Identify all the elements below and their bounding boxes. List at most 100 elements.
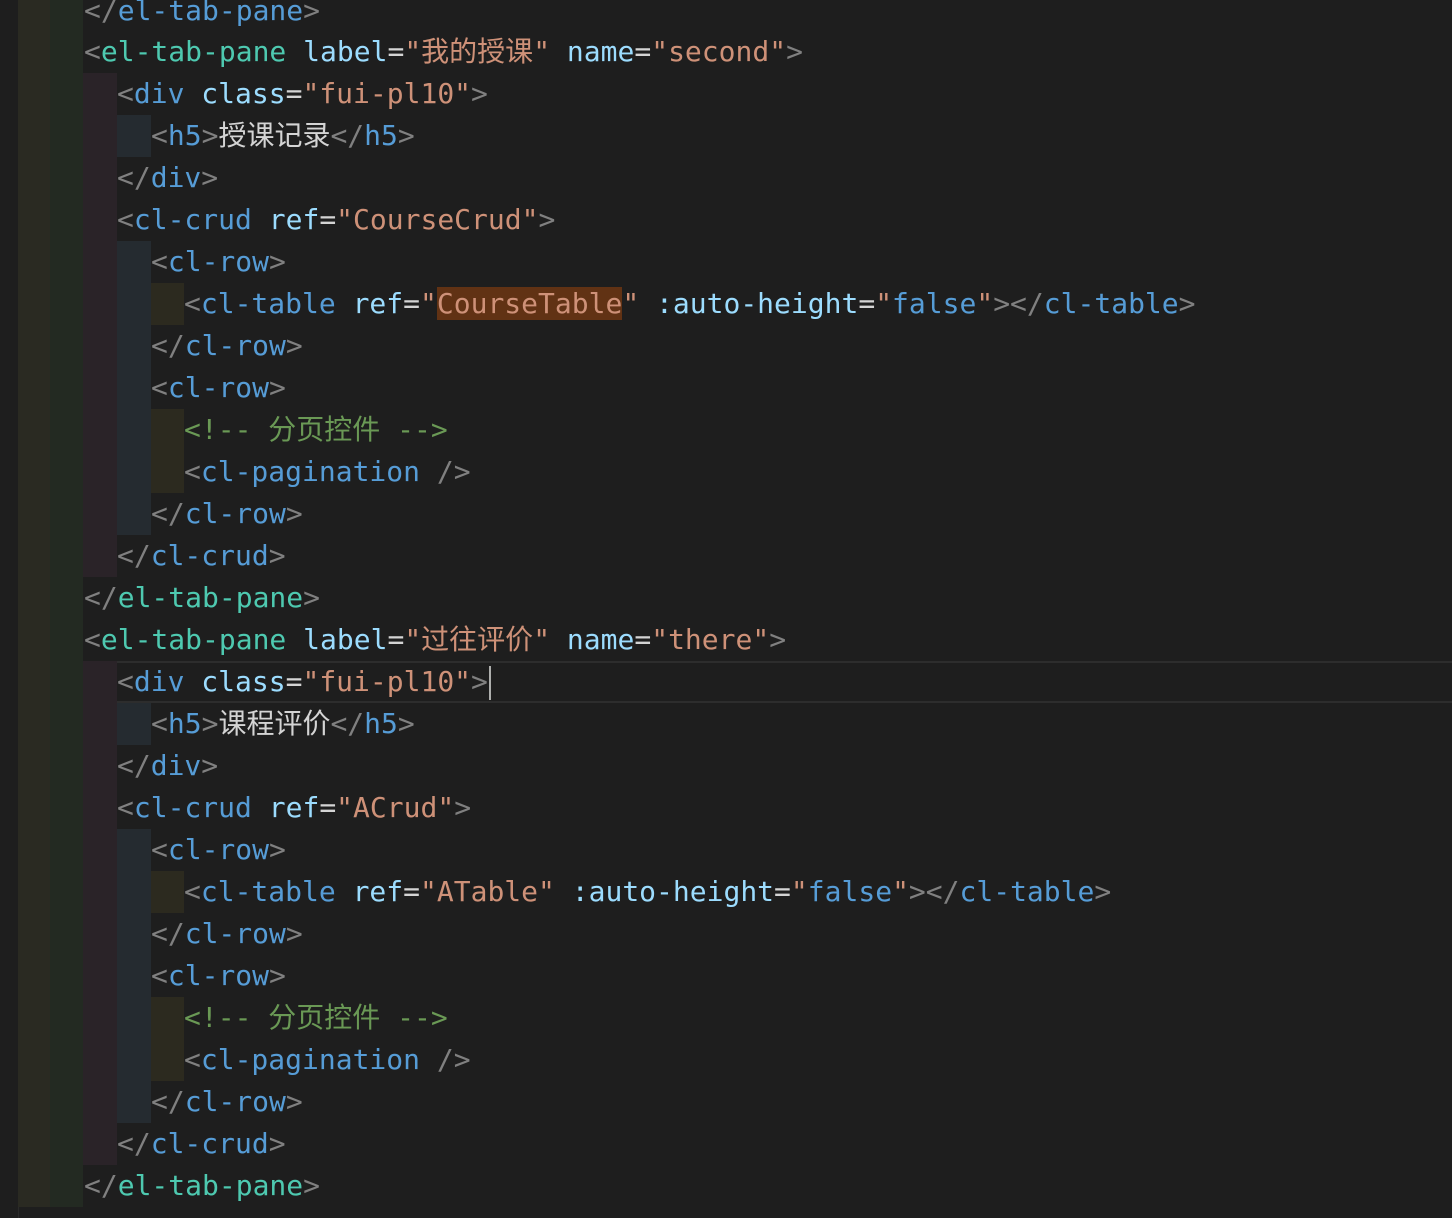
indent-guide bbox=[18, 451, 50, 493]
indent-guide bbox=[50, 913, 83, 955]
indent-guide bbox=[117, 409, 151, 451]
indent-guide bbox=[18, 1081, 50, 1123]
code-line[interactable]: <!-- 分页控件 --> bbox=[0, 997, 1452, 1039]
code-line[interactable]: </el-tab-pane> bbox=[0, 577, 1452, 619]
indent-guide bbox=[50, 787, 83, 829]
code-comment: <!-- 分页控件 --> bbox=[184, 1001, 448, 1034]
indent-guide bbox=[50, 409, 83, 451]
indent-guide bbox=[50, 955, 83, 997]
code-line[interactable]: <div class="fui-pl10"> bbox=[0, 73, 1452, 115]
find-highlight: CourseTable bbox=[436, 287, 623, 320]
indent-guide bbox=[18, 745, 50, 787]
current-line[interactable]: <div class="fui-pl10"> bbox=[18, 661, 1452, 703]
indent-guide bbox=[50, 493, 83, 535]
indent-guide bbox=[83, 1123, 117, 1165]
indent-guide bbox=[117, 913, 151, 955]
indent-guide bbox=[50, 745, 83, 787]
indent-guide bbox=[50, 199, 83, 241]
line-content: <cl-row> bbox=[151, 245, 286, 278]
code-line[interactable]: <h5>课程评价</h5> bbox=[0, 703, 1452, 745]
line-content: <div class="fui-pl10"> bbox=[117, 77, 488, 110]
code-line[interactable]: </cl-crud> bbox=[0, 1123, 1452, 1165]
code-line[interactable]: </el-tab-pane> bbox=[0, 0, 1452, 32]
indent-guide bbox=[50, 1165, 83, 1207]
indent-guide bbox=[50, 1123, 83, 1165]
indent-guide bbox=[83, 283, 117, 325]
indent-guide bbox=[18, 0, 50, 32]
text-cursor bbox=[488, 666, 491, 700]
indent-guide bbox=[50, 0, 83, 32]
code-line[interactable]: <cl-table ref="CourseTable" :auto-height… bbox=[0, 283, 1452, 325]
code-line[interactable]: <cl-crud ref="ACrud"> bbox=[0, 787, 1452, 829]
indent-guide bbox=[50, 703, 83, 745]
line-content: <h5>授课记录</h5> bbox=[151, 119, 415, 152]
indent-guide bbox=[83, 409, 117, 451]
code-line[interactable]: <!-- 分页控件 --> bbox=[0, 409, 1452, 451]
indent-guide bbox=[18, 367, 50, 409]
code-editor[interactable]: </el-tab-pane> <el-tab-pane label="我的授课"… bbox=[0, 0, 1452, 1218]
indent-guide bbox=[117, 367, 151, 409]
indent-guide bbox=[18, 661, 50, 703]
line-content: <cl-crud ref="ACrud"> bbox=[117, 791, 472, 824]
indent-guide bbox=[83, 325, 117, 367]
code-line[interactable]: <cl-crud ref="CourseCrud"> bbox=[0, 199, 1452, 241]
indent-guide bbox=[151, 1039, 184, 1081]
indent-guide bbox=[50, 871, 83, 913]
indent-guide bbox=[117, 283, 151, 325]
indent-guide bbox=[83, 493, 117, 535]
line-content: <h5>课程评价</h5> bbox=[151, 707, 415, 740]
code-line[interactable]: <cl-pagination /> bbox=[0, 451, 1452, 493]
code-line[interactable]: </cl-crud> bbox=[0, 535, 1452, 577]
indent-guide bbox=[151, 283, 184, 325]
code-line[interactable]: <cl-row> bbox=[0, 955, 1452, 997]
indent-guide bbox=[18, 1039, 50, 1081]
line-content: </el-tab-pane> bbox=[84, 1169, 321, 1202]
indent-guide bbox=[18, 157, 50, 199]
indent-guide bbox=[50, 997, 83, 1039]
code-line[interactable]: <cl-pagination /> bbox=[0, 1039, 1452, 1081]
code-line[interactable]: <el-tab-pane label="过往评价" name="there"> bbox=[0, 619, 1452, 661]
indent-guide bbox=[117, 829, 151, 871]
code-line[interactable]: </div> bbox=[0, 157, 1452, 199]
indent-guide bbox=[50, 535, 83, 577]
indent-guide bbox=[117, 1039, 151, 1081]
indent-guide bbox=[117, 115, 151, 157]
indent-guide bbox=[117, 451, 151, 493]
indent-guide bbox=[83, 451, 117, 493]
indent-guide bbox=[18, 73, 50, 115]
indent-guide bbox=[18, 619, 50, 661]
line-content: <cl-pagination /> bbox=[184, 1043, 471, 1076]
line-content: </cl-row> bbox=[151, 497, 303, 530]
code-line[interactable]: </cl-row> bbox=[0, 913, 1452, 955]
indent-guide bbox=[117, 997, 151, 1039]
indent-guide bbox=[18, 1123, 50, 1165]
code-line[interactable]: </el-tab-pane> bbox=[0, 1165, 1452, 1207]
indent-guide bbox=[83, 871, 117, 913]
line-content: <cl-crud ref="CourseCrud"> bbox=[117, 203, 556, 236]
code-line[interactable]: <cl-table ref="ATable" :auto-height="fal… bbox=[0, 871, 1452, 913]
code-line[interactable]: </cl-row> bbox=[0, 325, 1452, 367]
indent-guide bbox=[18, 31, 50, 73]
indent-guide bbox=[18, 115, 50, 157]
code-line[interactable]: <cl-row> bbox=[0, 829, 1452, 871]
indent-guide bbox=[50, 451, 83, 493]
code-line[interactable]: </div> bbox=[0, 745, 1452, 787]
code-line[interactable]: <el-tab-pane label="我的授课" name="second"> bbox=[0, 31, 1452, 73]
line-content: <el-tab-pane label="过往评价" name="there"> bbox=[84, 623, 787, 656]
line-content: </div> bbox=[117, 161, 219, 194]
indent-guide bbox=[50, 367, 83, 409]
indent-guide bbox=[18, 199, 50, 241]
code-line[interactable]: </cl-row> bbox=[0, 1081, 1452, 1123]
code-line[interactable]: </cl-row> bbox=[0, 493, 1452, 535]
indent-guide bbox=[83, 115, 117, 157]
code-line[interactable]: <cl-row> bbox=[0, 367, 1452, 409]
code-line[interactable]: <h5>授课记录</h5> bbox=[0, 115, 1452, 157]
indent-guide bbox=[83, 829, 117, 871]
line-content: <cl-row> bbox=[151, 833, 286, 866]
indent-guide bbox=[18, 535, 50, 577]
indent-guide bbox=[83, 955, 117, 997]
indent-guide bbox=[83, 913, 117, 955]
line-content: <el-tab-pane label="我的授课" name="second"> bbox=[84, 35, 803, 68]
line-content: </cl-crud> bbox=[117, 1127, 286, 1160]
code-line[interactable]: <cl-row> bbox=[0, 241, 1452, 283]
